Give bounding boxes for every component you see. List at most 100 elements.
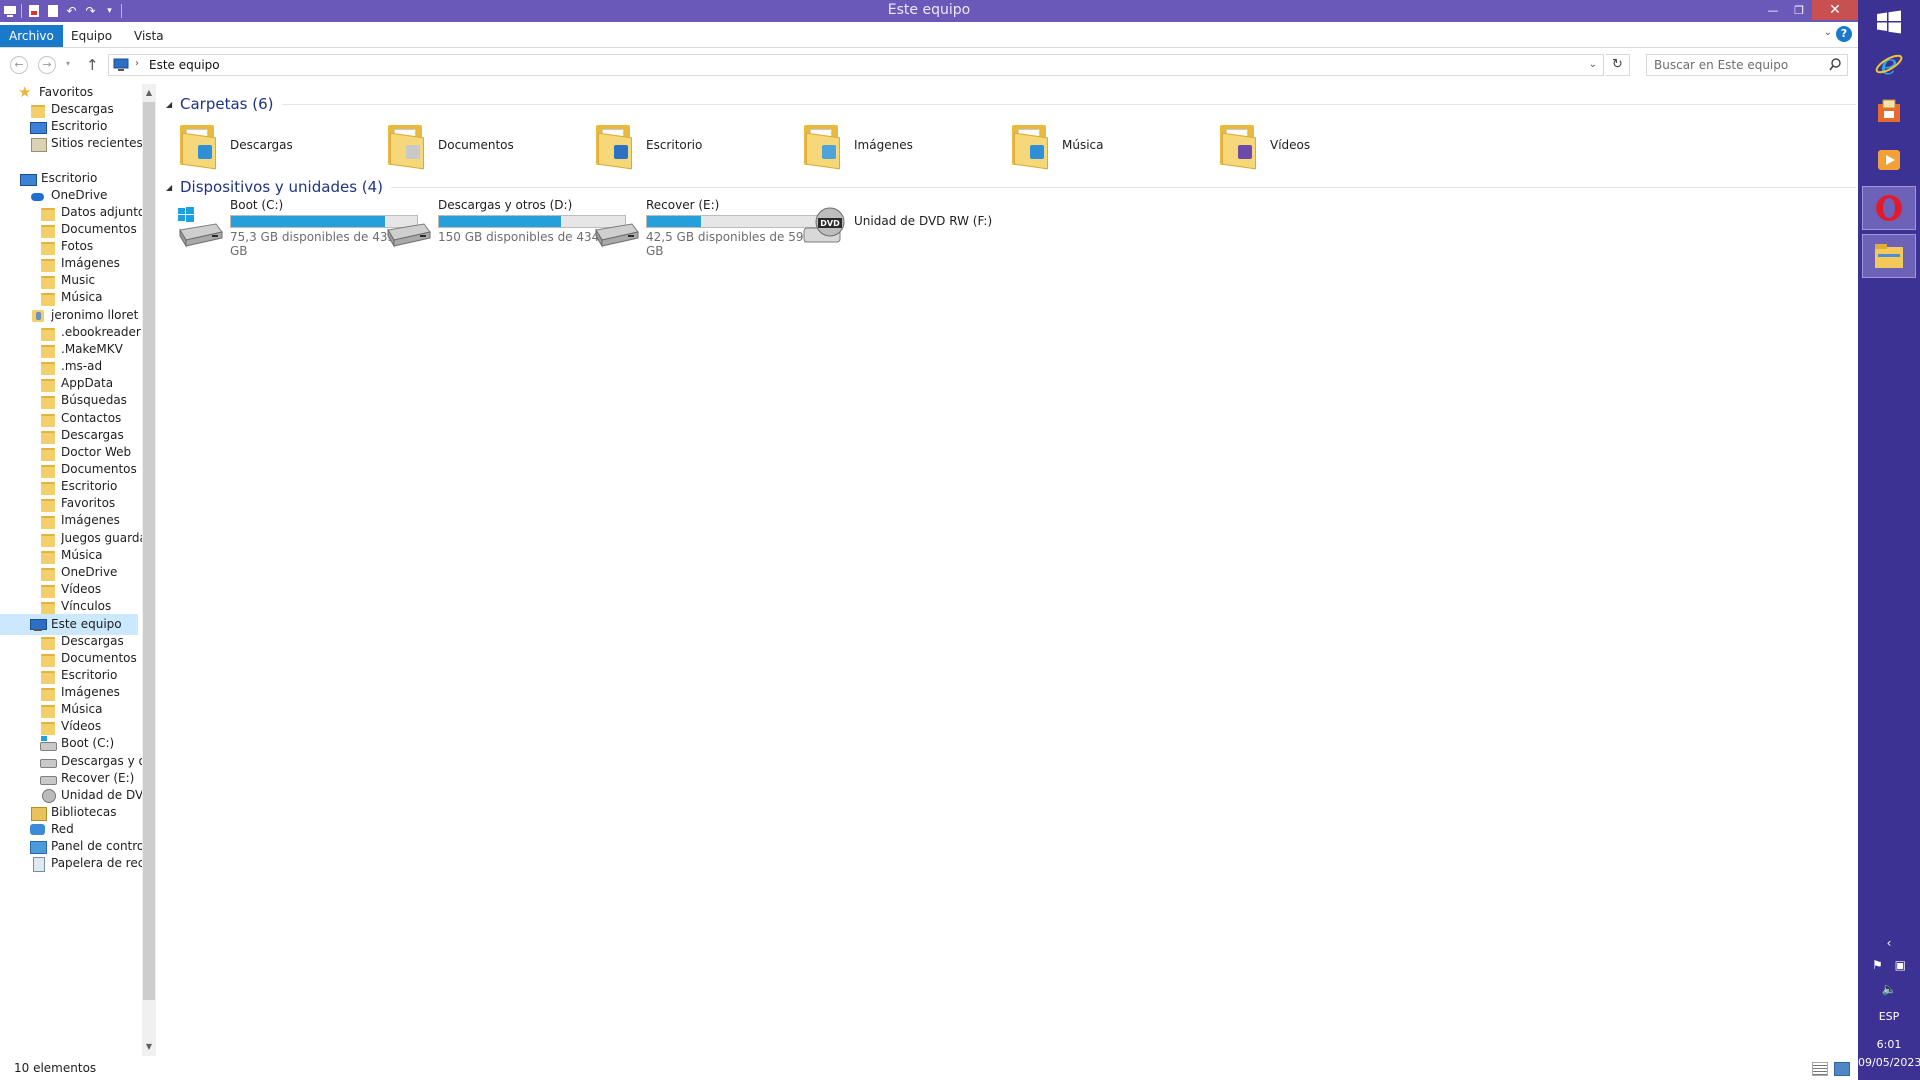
dvd-badge: DVD bbox=[820, 219, 840, 228]
folder-label: Documentos bbox=[438, 138, 514, 152]
windows-drive-icon bbox=[178, 207, 223, 248]
recent-locations-icon[interactable]: ▾ bbox=[66, 59, 70, 68]
breadcrumb-este-equipo[interactable]: Este equipo bbox=[149, 58, 220, 72]
windows-start-icon[interactable] bbox=[1862, 0, 1916, 44]
windows-drive-icon bbox=[40, 736, 57, 751]
downloads-folder-icon bbox=[178, 121, 222, 170]
details-view-icon[interactable] bbox=[1812, 1062, 1828, 1076]
up-button[interactable]: ↑ bbox=[86, 56, 99, 74]
tab-vista[interactable]: Vista bbox=[125, 25, 173, 47]
clock-date[interactable]: 09/05/2023 bbox=[1858, 1056, 1920, 1069]
internet-explorer-icon[interactable]: e bbox=[1862, 42, 1916, 86]
folder-icon bbox=[40, 513, 56, 529]
group-title: Dispositivos y unidades (4) bbox=[180, 178, 384, 196]
folder-icon bbox=[40, 548, 56, 564]
scrollbar-thumb[interactable] bbox=[143, 102, 155, 1000]
back-button[interactable]: ← bbox=[10, 56, 28, 74]
ribbon-tabs: Archivo Equipo Vista ⌄ ? bbox=[0, 22, 1858, 48]
drive-name: Descargas y otros (D:) bbox=[438, 198, 573, 212]
hard-drive-icon bbox=[387, 223, 431, 248]
music-folder-icon bbox=[1010, 121, 1054, 170]
network-icon[interactable]: ▣ bbox=[1895, 958, 1906, 972]
file-explorer-window: ↶ ↷ ▾ Este equipo — ❐ ✕ Archivo Equipo V… bbox=[0, 0, 1858, 1080]
expand-ribbon-icon[interactable]: ⌄ bbox=[1824, 27, 1832, 38]
office-icon[interactable] bbox=[1862, 90, 1916, 134]
status-bar: 10 elementos bbox=[0, 1058, 1858, 1080]
folder-icon bbox=[40, 634, 56, 650]
collapse-triangle-icon[interactable]: ◢ bbox=[166, 183, 180, 192]
help-icon[interactable]: ? bbox=[1836, 26, 1852, 42]
nav-item[interactable]: Sitios recientes bbox=[30, 133, 143, 154]
show-hidden-icons[interactable]: ‹ bbox=[1858, 936, 1920, 950]
folder-label: Imágenes bbox=[854, 138, 913, 152]
folder-icon bbox=[40, 599, 56, 615]
desktop-folder-icon bbox=[594, 121, 638, 170]
restore-icon[interactable]: ❐ bbox=[1786, 0, 1812, 20]
clock-time[interactable]: 6:01 bbox=[1858, 1038, 1920, 1051]
folder-icon bbox=[40, 719, 56, 735]
tab-archivo[interactable]: Archivo bbox=[0, 25, 63, 47]
search-icon[interactable] bbox=[1829, 58, 1841, 72]
scroll-down-icon[interactable]: ▼ bbox=[142, 1040, 156, 1054]
search-input[interactable] bbox=[1647, 55, 1825, 75]
group-header-carpetas[interactable]: ◢ Carpetas (6) bbox=[166, 94, 1856, 114]
minimize-icon[interactable]: — bbox=[1760, 0, 1786, 20]
folder-label: Descargas bbox=[230, 138, 293, 152]
file-explorer-icon[interactable] bbox=[1862, 234, 1916, 278]
recent-places-icon bbox=[30, 136, 47, 152]
refresh-button[interactable]: ↻ bbox=[1606, 54, 1630, 76]
volume-icon[interactable]: 🔈 bbox=[1858, 982, 1920, 996]
address-bar[interactable]: › Este equipo ⌄ bbox=[108, 54, 1604, 76]
folder-icon bbox=[40, 428, 56, 444]
navigation-pane: ★ Favoritos Descargas Escritorio Sitios reci… bbox=[0, 84, 156, 1056]
forward-button[interactable]: → bbox=[38, 56, 56, 74]
window-controls: — ❐ ✕ bbox=[1760, 0, 1858, 22]
breadcrumb-chevron-icon[interactable]: › bbox=[135, 58, 139, 69]
large-icons-view-icon[interactable] bbox=[1834, 1062, 1850, 1076]
title-bar[interactable]: ↶ ↷ ▾ Este equipo — ❐ ✕ bbox=[0, 0, 1858, 22]
folder-label: Vídeos bbox=[1270, 138, 1311, 152]
close-icon[interactable]: ✕ bbox=[1812, 0, 1858, 20]
documents-folder-icon bbox=[386, 121, 430, 170]
folder-icon bbox=[40, 668, 56, 684]
group-divider bbox=[391, 186, 1856, 188]
tab-equipo[interactable]: Equipo bbox=[62, 25, 121, 47]
collapse-triangle-icon[interactable]: ◢ bbox=[166, 100, 180, 109]
user-folder-icon bbox=[30, 308, 46, 323]
videos-folder-icon bbox=[1218, 121, 1262, 170]
pictures-folder-icon bbox=[802, 121, 846, 170]
recycle-bin-icon bbox=[30, 856, 46, 872]
folder-icon bbox=[40, 393, 56, 409]
folder-icon bbox=[40, 702, 56, 718]
action-center-flag-icon[interactable]: ⚑ bbox=[1872, 958, 1883, 972]
drive-usage-fill bbox=[231, 216, 385, 227]
folder-label: Música bbox=[1062, 138, 1104, 152]
nav-item[interactable]: Papelera de recic bbox=[30, 853, 154, 874]
network-icon bbox=[30, 822, 46, 837]
folder-icon bbox=[40, 359, 56, 375]
search-box[interactable] bbox=[1646, 54, 1848, 76]
media-player-icon[interactable] bbox=[1862, 138, 1916, 182]
opera-icon[interactable] bbox=[1862, 186, 1916, 230]
drive-usage-fill bbox=[647, 216, 701, 227]
computer-icon bbox=[30, 617, 47, 632]
folder-tile[interactable]: Vídeos bbox=[1206, 118, 1456, 172]
folder-icon bbox=[40, 273, 56, 289]
folder-icon bbox=[40, 205, 56, 221]
folder-icon bbox=[40, 531, 56, 547]
scroll-up-icon[interactable]: ▲ bbox=[142, 86, 156, 100]
star-icon: ★ bbox=[18, 84, 32, 101]
hard-drive-icon bbox=[595, 223, 639, 248]
nav-item-label: Sitios recientes bbox=[51, 136, 143, 150]
input-language[interactable]: ESP bbox=[1858, 1010, 1920, 1023]
folder-icon bbox=[40, 445, 56, 461]
folder-icon bbox=[40, 342, 56, 358]
folder-icon bbox=[40, 411, 56, 427]
drive-tile[interactable]: DVD Unidad de DVD RW (F:) bbox=[790, 198, 1040, 252]
dvd-drive-icon bbox=[40, 788, 56, 803]
folder-icon bbox=[40, 222, 56, 238]
navigation-scrollbar[interactable]: ▲ ▼ bbox=[142, 84, 156, 1056]
group-header-dispositivos[interactable]: ◢ Dispositivos y unidades (4) bbox=[166, 177, 1856, 197]
address-toolbar: ← → ▾ ↑ › Este equipo ⌄ ↻ bbox=[0, 49, 1858, 81]
address-history-icon[interactable]: ⌄ bbox=[1589, 59, 1597, 70]
